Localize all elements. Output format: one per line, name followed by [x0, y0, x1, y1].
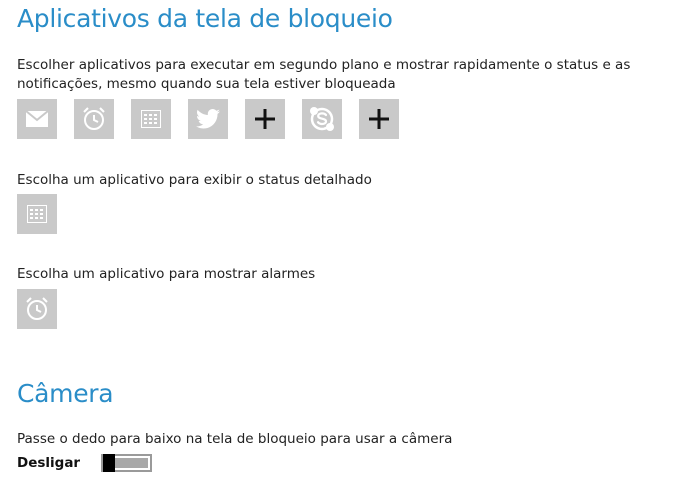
detailed-status-app-calendar[interactable]: [17, 194, 57, 234]
lock-screen-apps-title: Aplicativos da tela de bloqueio: [17, 4, 393, 33]
background-apps-list: [17, 99, 399, 139]
alarm-clock-icon: [26, 297, 48, 320]
background-app-twitter[interactable]: [188, 99, 228, 139]
alarm-clock-icon: [83, 107, 105, 130]
mail-icon: [26, 111, 48, 127]
camera-toggle-switch[interactable]: [101, 454, 152, 472]
camera-title: Câmera: [17, 379, 114, 408]
calendar-icon: [27, 205, 47, 223]
plus-icon: [255, 109, 275, 129]
add-background-app-button[interactable]: [245, 99, 285, 139]
add-background-app-button-2[interactable]: [359, 99, 399, 139]
camera-description: Passe o dedo para baixo na tela de bloqu…: [17, 431, 453, 447]
toggle-thumb[interactable]: [103, 454, 115, 472]
skype-icon: [310, 107, 334, 131]
background-app-skype[interactable]: [302, 99, 342, 139]
calendar-icon: [141, 110, 161, 128]
plus-icon: [369, 109, 389, 129]
background-app-alarms[interactable]: [74, 99, 114, 139]
detailed-status-description: Escolha um aplicativo para exibir o stat…: [17, 172, 372, 188]
alarms-description: Escolha um aplicativo para mostrar alarm…: [17, 266, 316, 282]
alarms-app-alarm-clock[interactable]: [17, 289, 57, 329]
twitter-icon: [196, 109, 220, 129]
background-app-mail[interactable]: [17, 99, 57, 139]
background-apps-description: Escolher aplicativos para executar em se…: [17, 57, 631, 92]
toggle-track: [115, 458, 148, 468]
camera-toggle-label: Desligar: [17, 455, 81, 471]
background-app-calendar[interactable]: [131, 99, 171, 139]
